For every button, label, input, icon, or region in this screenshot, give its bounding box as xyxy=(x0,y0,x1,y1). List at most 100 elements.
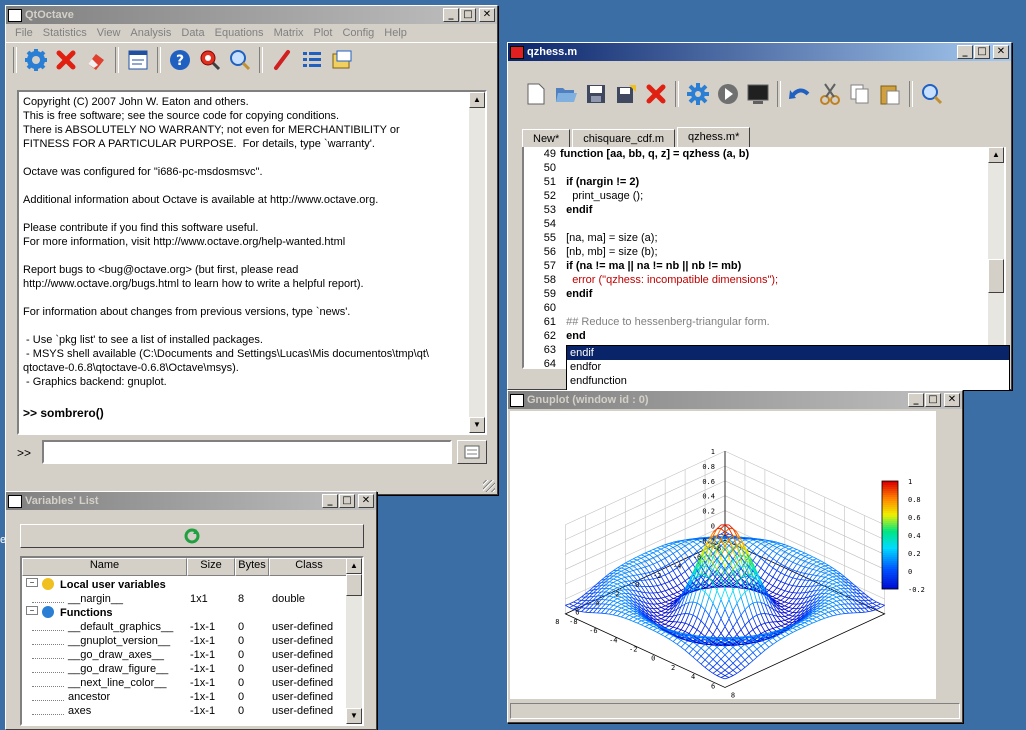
menu-matrix[interactable]: Matrix xyxy=(269,27,309,39)
step-icon[interactable] xyxy=(714,80,742,108)
find-icon[interactable] xyxy=(918,80,946,108)
close-button[interactable]: ✕ xyxy=(358,494,374,508)
zoom-icon[interactable] xyxy=(226,46,254,74)
command-history-button[interactable] xyxy=(457,440,487,464)
minimize-button[interactable]: _ xyxy=(957,45,973,59)
variable-row[interactable]: __nargin__ 1x1 8 double xyxy=(22,592,362,606)
code-line: 59 endif xyxy=(524,287,1004,301)
menu-data[interactable]: Data xyxy=(176,27,209,39)
list-icon[interactable] xyxy=(298,46,326,74)
undo-icon[interactable] xyxy=(786,80,814,108)
minimize-button[interactable]: _ xyxy=(322,494,338,508)
run-gear-icon[interactable] xyxy=(684,80,712,108)
new-file-icon[interactable] xyxy=(522,80,550,108)
menu-help[interactable]: Help xyxy=(379,27,412,39)
collapse-icon[interactable]: − xyxy=(26,578,38,587)
close-file-icon[interactable] xyxy=(642,80,670,108)
gnuplot-titlebar[interactable]: Gnuplot (window id : 0) _ □ ✕ xyxy=(508,391,962,409)
menu-plot[interactable]: Plot xyxy=(309,27,338,39)
refresh-button[interactable] xyxy=(20,524,364,548)
menu-view[interactable]: View xyxy=(92,27,126,39)
autocomplete-item[interactable]: endif xyxy=(567,346,1009,360)
variable-bytes: 0 xyxy=(238,635,245,647)
column-header-bytes[interactable]: Bytes xyxy=(235,558,269,576)
console-output[interactable]: Copyright (C) 2007 John W. Eaton and oth… xyxy=(17,90,487,435)
pen-icon[interactable] xyxy=(268,46,296,74)
autocomplete-item[interactable]: endfor xyxy=(567,360,1009,374)
resize-grip[interactable] xyxy=(483,480,495,492)
paste-icon[interactable] xyxy=(876,80,904,108)
editor-tab[interactable]: qzhess.m* xyxy=(677,127,751,149)
toolbar-separator xyxy=(909,81,913,107)
column-header-name[interactable]: Name xyxy=(22,558,187,576)
cut-icon[interactable] xyxy=(816,80,844,108)
maximize-button[interactable]: □ xyxy=(974,45,990,59)
variable-row[interactable]: __next_line_color__ -1x-1 0 user-defined xyxy=(22,676,362,690)
terminal-icon[interactable] xyxy=(744,80,772,108)
variable-row[interactable]: ancestor -1x-1 0 user-defined xyxy=(22,690,362,704)
editor-icon[interactable] xyxy=(124,46,152,74)
column-header-size[interactable]: Size xyxy=(187,558,235,576)
editor-scrollbar[interactable]: ▲ xyxy=(988,147,1004,367)
variable-row[interactable]: __gnuplot_version__ -1x-1 0 user-defined xyxy=(22,634,362,648)
column-header-class[interactable]: Class xyxy=(269,558,349,576)
command-input[interactable] xyxy=(42,440,452,464)
menu-config[interactable]: Config xyxy=(337,27,379,39)
help-icon[interactable]: ? xyxy=(166,46,194,74)
collapse-icon[interactable]: − xyxy=(26,606,38,615)
tree-group[interactable]: − Functions xyxy=(22,606,362,620)
gear-icon xyxy=(42,606,54,618)
z-tick-label: 0 xyxy=(711,522,715,530)
open-folder-icon[interactable] xyxy=(552,80,580,108)
editor-tab[interactable]: chisquare_cdf.m xyxy=(572,129,676,149)
menu-analysis[interactable]: Analysis xyxy=(125,27,176,39)
save-icon[interactable] xyxy=(582,80,610,108)
close-button[interactable]: ✕ xyxy=(993,45,1009,59)
code-text: ## Reduce to hessenberg-triangular form. xyxy=(560,316,770,328)
variables-tree[interactable]: Name Size Bytes Class − Local user variab… xyxy=(20,556,364,726)
variables-scrollbar[interactable]: ▲ ▼ xyxy=(346,558,362,724)
maximize-button[interactable]: □ xyxy=(460,8,476,22)
eraser-icon[interactable] xyxy=(82,46,110,74)
menu-statistics[interactable]: Statistics xyxy=(38,27,92,39)
navigator-icon[interactable] xyxy=(328,46,356,74)
run-gear-icon[interactable] xyxy=(22,46,50,74)
colorbar-segment xyxy=(882,509,898,512)
maximize-button[interactable]: □ xyxy=(339,494,355,508)
scroll-thumb[interactable] xyxy=(346,574,362,596)
close-button[interactable]: ✕ xyxy=(944,393,960,407)
scroll-thumb[interactable] xyxy=(988,259,1004,293)
tree-group[interactable]: − Local user variables xyxy=(22,578,362,592)
plot-area[interactable]: 1 0.8 0.6 0.4 0.2 0 -0.2 8 6 4 2 0 -2 -4 -6 -8 -8 -6 -4 -2 0… xyxy=(510,411,936,699)
variable-row[interactable]: axes -1x-1 0 user-defined xyxy=(22,704,362,718)
editor-titlebar[interactable]: qzhess.m _ □ ✕ xyxy=(508,43,1011,61)
variable-row[interactable]: __default_graphics__ -1x-1 0 user-defined xyxy=(22,620,362,634)
search-help-icon[interactable] xyxy=(196,46,224,74)
console-scrollbar[interactable]: ▲ ▼ xyxy=(469,92,485,433)
scroll-down-arrow[interactable]: ▼ xyxy=(469,417,485,433)
variable-row[interactable]: __go_draw_axes__ -1x-1 0 user-defined xyxy=(22,648,362,662)
scroll-up-arrow[interactable]: ▲ xyxy=(469,92,485,108)
variable-class: user-defined xyxy=(272,705,334,717)
scroll-up-arrow[interactable]: ▲ xyxy=(346,558,362,574)
qtoctave-titlebar[interactable]: QtOctave _ □ ✕ xyxy=(6,6,497,24)
variable-row[interactable]: __go_draw_figure__ -1x-1 0 user-defined xyxy=(22,662,362,676)
menu-equations[interactable]: Equations xyxy=(210,27,269,39)
minimize-button[interactable]: _ xyxy=(908,393,924,407)
autocomplete-item[interactable]: endfunction xyxy=(567,374,1009,388)
variable-name: __go_draw_axes__ xyxy=(68,649,165,661)
maximize-button[interactable]: □ xyxy=(925,393,941,407)
code-editor[interactable]: 49 function [aa, bb, q, z] = qzhess (a, b… xyxy=(522,147,1006,369)
toolbar-separator xyxy=(157,46,161,73)
scroll-up-arrow[interactable]: ▲ xyxy=(988,147,1004,163)
save-as-icon[interactable] xyxy=(612,80,640,108)
minimize-button[interactable]: _ xyxy=(443,8,459,22)
editor-tab[interactable]: New* xyxy=(522,129,571,149)
z-tick-label: 0.8 xyxy=(702,463,715,471)
menu-file[interactable]: File xyxy=(10,27,38,39)
close-button[interactable]: ✕ xyxy=(479,8,495,22)
copy-icon[interactable] xyxy=(846,80,874,108)
variables-titlebar[interactable]: Variables' List _ □ ✕ xyxy=(6,492,376,510)
stop-icon[interactable] xyxy=(52,46,80,74)
scroll-down-arrow[interactable]: ▼ xyxy=(346,708,362,724)
